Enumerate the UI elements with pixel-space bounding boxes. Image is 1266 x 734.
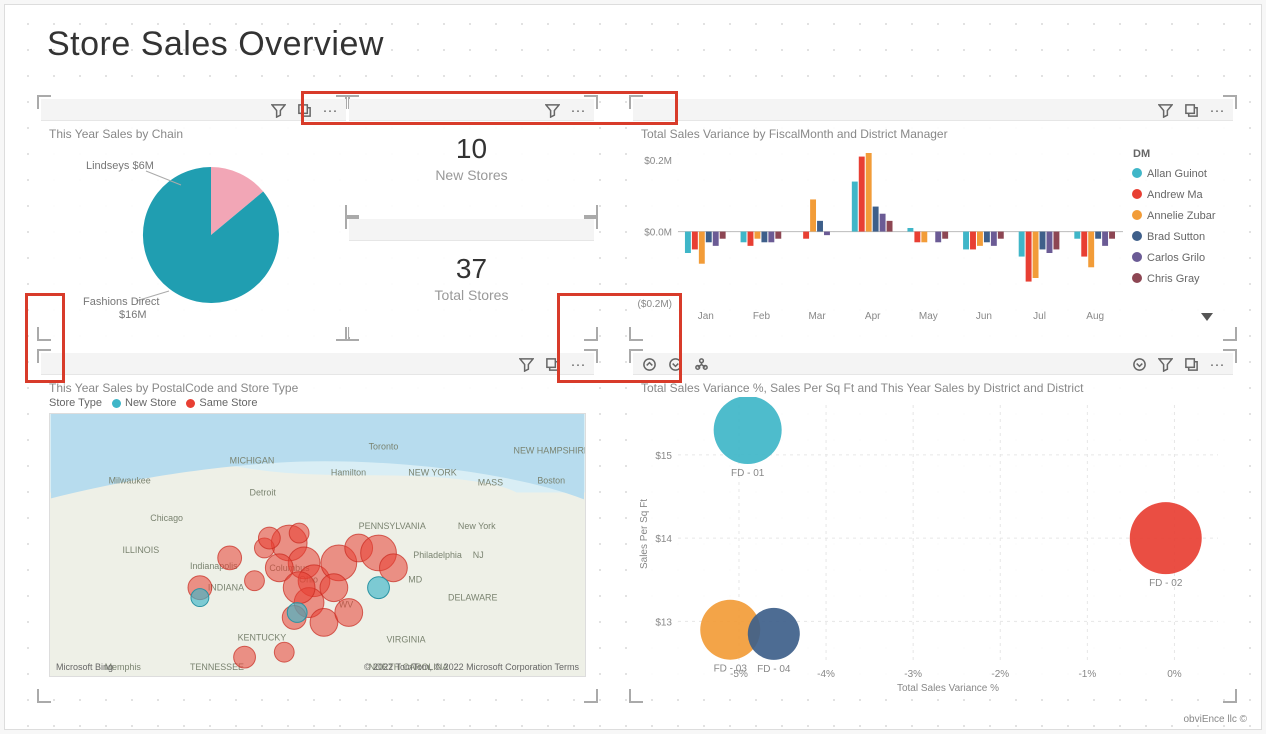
svg-text:Jun: Jun — [976, 311, 992, 322]
svg-text:MASS: MASS — [478, 477, 503, 487]
svg-text:Apr: Apr — [865, 311, 881, 322]
svg-text:New York: New York — [458, 521, 496, 531]
map-title: This Year Sales by PostalCode and Store … — [41, 375, 594, 397]
filter-icon[interactable] — [1155, 100, 1175, 120]
new-stores-label: New Stores — [349, 167, 594, 183]
expand-hierarchy-icon[interactable] — [691, 354, 711, 374]
svg-text:Feb: Feb — [753, 311, 771, 322]
highlight-box — [25, 293, 65, 383]
variance-chart[interactable]: $0.2M$0.0M($0.2M)JanFebMarAprMayJunJulAu… — [633, 143, 1233, 333]
filter-icon[interactable] — [268, 100, 288, 120]
map-credit-left: Microsoft Bing — [56, 662, 113, 672]
scatter-title: Total Sales Variance %, Sales Per Sq Ft … — [633, 375, 1233, 397]
svg-text:Fashions Direct: Fashions Direct — [83, 296, 159, 308]
map-canvas[interactable]: Milwaukee MICHIGAN Toronto NEW HAMPSHIRE Ham… — [49, 413, 586, 677]
svg-text:VIRGINIA: VIRGINIA — [386, 634, 425, 644]
svg-text:FD - 04: FD - 04 — [757, 664, 791, 675]
svg-text:Toronto: Toronto — [369, 442, 399, 452]
svg-text:$0.2M: $0.2M — [644, 156, 672, 167]
svg-text:$14: $14 — [655, 534, 672, 545]
total-stores-value: 37 — [349, 253, 594, 285]
visual-scatter[interactable]: ≡ ··· Total Sales Variance %, Sales Per … — [633, 353, 1233, 699]
svg-text:Chicago: Chicago — [150, 513, 183, 523]
svg-text:MICHIGAN: MICHIGAN — [230, 456, 275, 466]
drill-toggle-icon[interactable] — [1129, 354, 1149, 374]
attribution: obviEnce llc © — [1183, 714, 1247, 725]
svg-text:$16M: $16M — [119, 309, 147, 321]
filter-icon[interactable] — [516, 354, 536, 374]
svg-text:$15: $15 — [655, 451, 672, 462]
visual-variance[interactable]: ≡ ··· Total Sales Variance by FiscalMont… — [633, 99, 1233, 337]
svg-text:NEW YORK: NEW YORK — [408, 468, 456, 478]
map-legend-label: Store Type — [49, 397, 102, 409]
svg-text:Mar: Mar — [808, 311, 826, 322]
highlight-box — [301, 91, 678, 125]
svg-text:Carlos Grilo: Carlos Grilo — [1147, 252, 1205, 264]
pie-chart[interactable]: Lindseys $6M Fashions Direct $16M — [41, 143, 346, 333]
variance-title: Total Sales Variance by FiscalMonth and … — [633, 121, 1233, 143]
svg-text:DM: DM — [1133, 148, 1150, 160]
svg-text:Total Sales Variance %: Total Sales Variance % — [897, 683, 999, 693]
svg-text:Sales Per Sq Ft: Sales Per Sq Ft — [639, 499, 650, 569]
svg-text:Jul: Jul — [1033, 311, 1046, 322]
svg-text:$13: $13 — [655, 617, 672, 628]
svg-text:NJ: NJ — [473, 550, 484, 560]
focus-icon[interactable] — [1181, 100, 1201, 120]
svg-text:FD - 03: FD - 03 — [714, 664, 748, 675]
visual-map[interactable]: ≡ ··· This Year Sales by PostalCode and … — [41, 353, 594, 699]
svg-text:Lindseys $6M: Lindseys $6M — [86, 160, 154, 172]
svg-text:Detroit: Detroit — [250, 487, 277, 497]
svg-text:Andrew Ma: Andrew Ma — [1147, 189, 1204, 201]
svg-text:DELAWARE: DELAWARE — [448, 593, 497, 603]
scatter-chart[interactable]: -5%-4%-3%-2%-1%0%$15$14$13Sales Per Sq F… — [633, 397, 1233, 693]
svg-text:NEW HAMPSHIRE: NEW HAMPSHIRE — [514, 446, 585, 456]
svg-text:-2%: -2% — [991, 669, 1009, 680]
visual-pie[interactable]: ≡ ··· This Year Sales by Chain Lindseys … — [41, 99, 346, 337]
svg-text:FD - 01: FD - 01 — [731, 468, 765, 479]
svg-text:Aug: Aug — [1086, 311, 1104, 322]
highlight-box — [557, 293, 682, 383]
svg-text:INDIANA: INDIANA — [208, 583, 244, 593]
focus-icon[interactable] — [1181, 354, 1201, 374]
new-stores-value: 10 — [349, 133, 594, 165]
svg-text:ILLINOIS: ILLINOIS — [122, 545, 159, 555]
svg-text:Jan: Jan — [698, 311, 714, 322]
filter-icon[interactable] — [1155, 354, 1175, 374]
svg-text:Brad Sutton: Brad Sutton — [1147, 231, 1205, 243]
svg-text:-3%: -3% — [904, 669, 922, 680]
svg-text:Philadelphia: Philadelphia — [413, 550, 462, 560]
svg-text:-4%: -4% — [817, 669, 835, 680]
more-icon[interactable]: ··· — [1207, 100, 1227, 120]
svg-text:Annelie Zubar: Annelie Zubar — [1147, 210, 1216, 222]
svg-text:Boston: Boston — [537, 475, 565, 485]
map-credit-right[interactable]: © 2022 TomTom, © 2022 Microsoft Corporat… — [364, 662, 579, 672]
svg-text:FD - 02: FD - 02 — [1149, 578, 1183, 589]
svg-text:KENTUCKY: KENTUCKY — [238, 632, 287, 642]
page-title: Store Sales Overview — [47, 25, 384, 64]
svg-text:MD: MD — [408, 575, 422, 585]
more-icon[interactable]: ··· — [1207, 354, 1227, 374]
svg-text:$0.0M: $0.0M — [644, 228, 672, 239]
svg-text:Chris Gray: Chris Gray — [1147, 273, 1200, 285]
svg-text:0%: 0% — [1167, 669, 1182, 680]
svg-text:Hamilton: Hamilton — [331, 468, 366, 478]
svg-text:May: May — [919, 311, 938, 322]
svg-text:PENNSYLVANIA: PENNSYLVANIA — [359, 521, 426, 531]
svg-text:Allan Guinot: Allan Guinot — [1147, 168, 1207, 180]
svg-text:-1%: -1% — [1078, 669, 1096, 680]
svg-text:Milwaukee: Milwaukee — [109, 475, 151, 485]
